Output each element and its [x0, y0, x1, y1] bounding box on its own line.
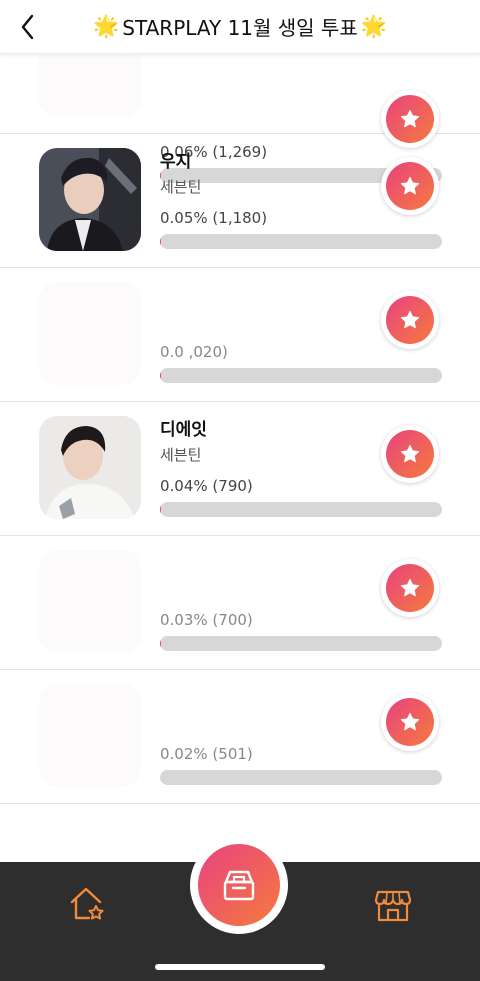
tab-home[interactable] [68, 884, 108, 924]
star-icon [400, 578, 420, 597]
back-button[interactable] [14, 12, 40, 42]
avatar [39, 416, 141, 519]
star-icon [400, 712, 420, 731]
avatar [39, 148, 141, 251]
top-bar: 🌟 STARPLAY 11월 생일 투표 🌟 [0, 0, 480, 54]
glowing-star-icon: 🌟 [360, 14, 387, 38]
vote-stat: 0.03% (700) [160, 611, 253, 629]
star-icon [400, 310, 420, 329]
candidate-name: 우지 [160, 152, 192, 172]
avatar [39, 550, 141, 653]
home-indicator [155, 964, 325, 970]
ballot-box-icon [223, 870, 255, 901]
vote-button[interactable] [381, 157, 439, 215]
vote-progress-bar [160, 368, 442, 383]
vote-stat: 0.02% (501) [160, 745, 253, 763]
vote-button[interactable] [381, 425, 439, 483]
star-icon [400, 109, 420, 128]
candidate-group: 세븐틴 [160, 178, 202, 196]
list-item: 0.0 ,020) [0, 268, 480, 402]
vote-button[interactable] [381, 291, 439, 349]
vote-progress-bar [160, 502, 442, 517]
tab-store[interactable] [373, 884, 413, 924]
vote-list: 0.06% (1,269) 우지 세븐틴 0.05% (1,180) 0.0 ,… [0, 14, 480, 804]
avatar [39, 684, 141, 787]
vote-button[interactable] [381, 693, 439, 751]
store-icon [374, 890, 412, 922]
glowing-star-icon: 🌟 [93, 14, 120, 38]
vote-center-button[interactable] [190, 836, 288, 934]
star-icon [400, 176, 420, 195]
list-item: 0.03% (700) [0, 536, 480, 670]
home-star-icon [70, 887, 104, 920]
candidate-photo [39, 148, 141, 251]
star-icon [400, 444, 420, 463]
candidate-group: 세븐틴 [160, 446, 202, 464]
vote-button[interactable] [381, 559, 439, 617]
list-item: 우지 세븐틴 0.05% (1,180) [0, 134, 480, 268]
page-title-text: STARPLAY 11월 생일 투표 [122, 16, 358, 40]
chevron-left-icon [21, 14, 34, 40]
candidate-name: 디에잇 [160, 420, 207, 440]
page-title: 🌟 STARPLAY 11월 생일 투표 🌟 [93, 12, 387, 41]
avatar [39, 282, 141, 385]
vote-progress-bar [160, 636, 442, 651]
vote-stat: 0.0 ,020) [160, 343, 228, 361]
list-item: 디에잇 세븐틴 0.04% (790) [0, 402, 480, 536]
vote-progress-bar [160, 770, 442, 785]
candidate-photo [39, 416, 141, 519]
vote-progress-bar [160, 234, 442, 249]
vote-stat: 0.05% (1,180) [160, 209, 268, 227]
vote-stat: 0.04% (790) [160, 477, 253, 495]
list-item: 0.02% (501) [0, 670, 480, 804]
